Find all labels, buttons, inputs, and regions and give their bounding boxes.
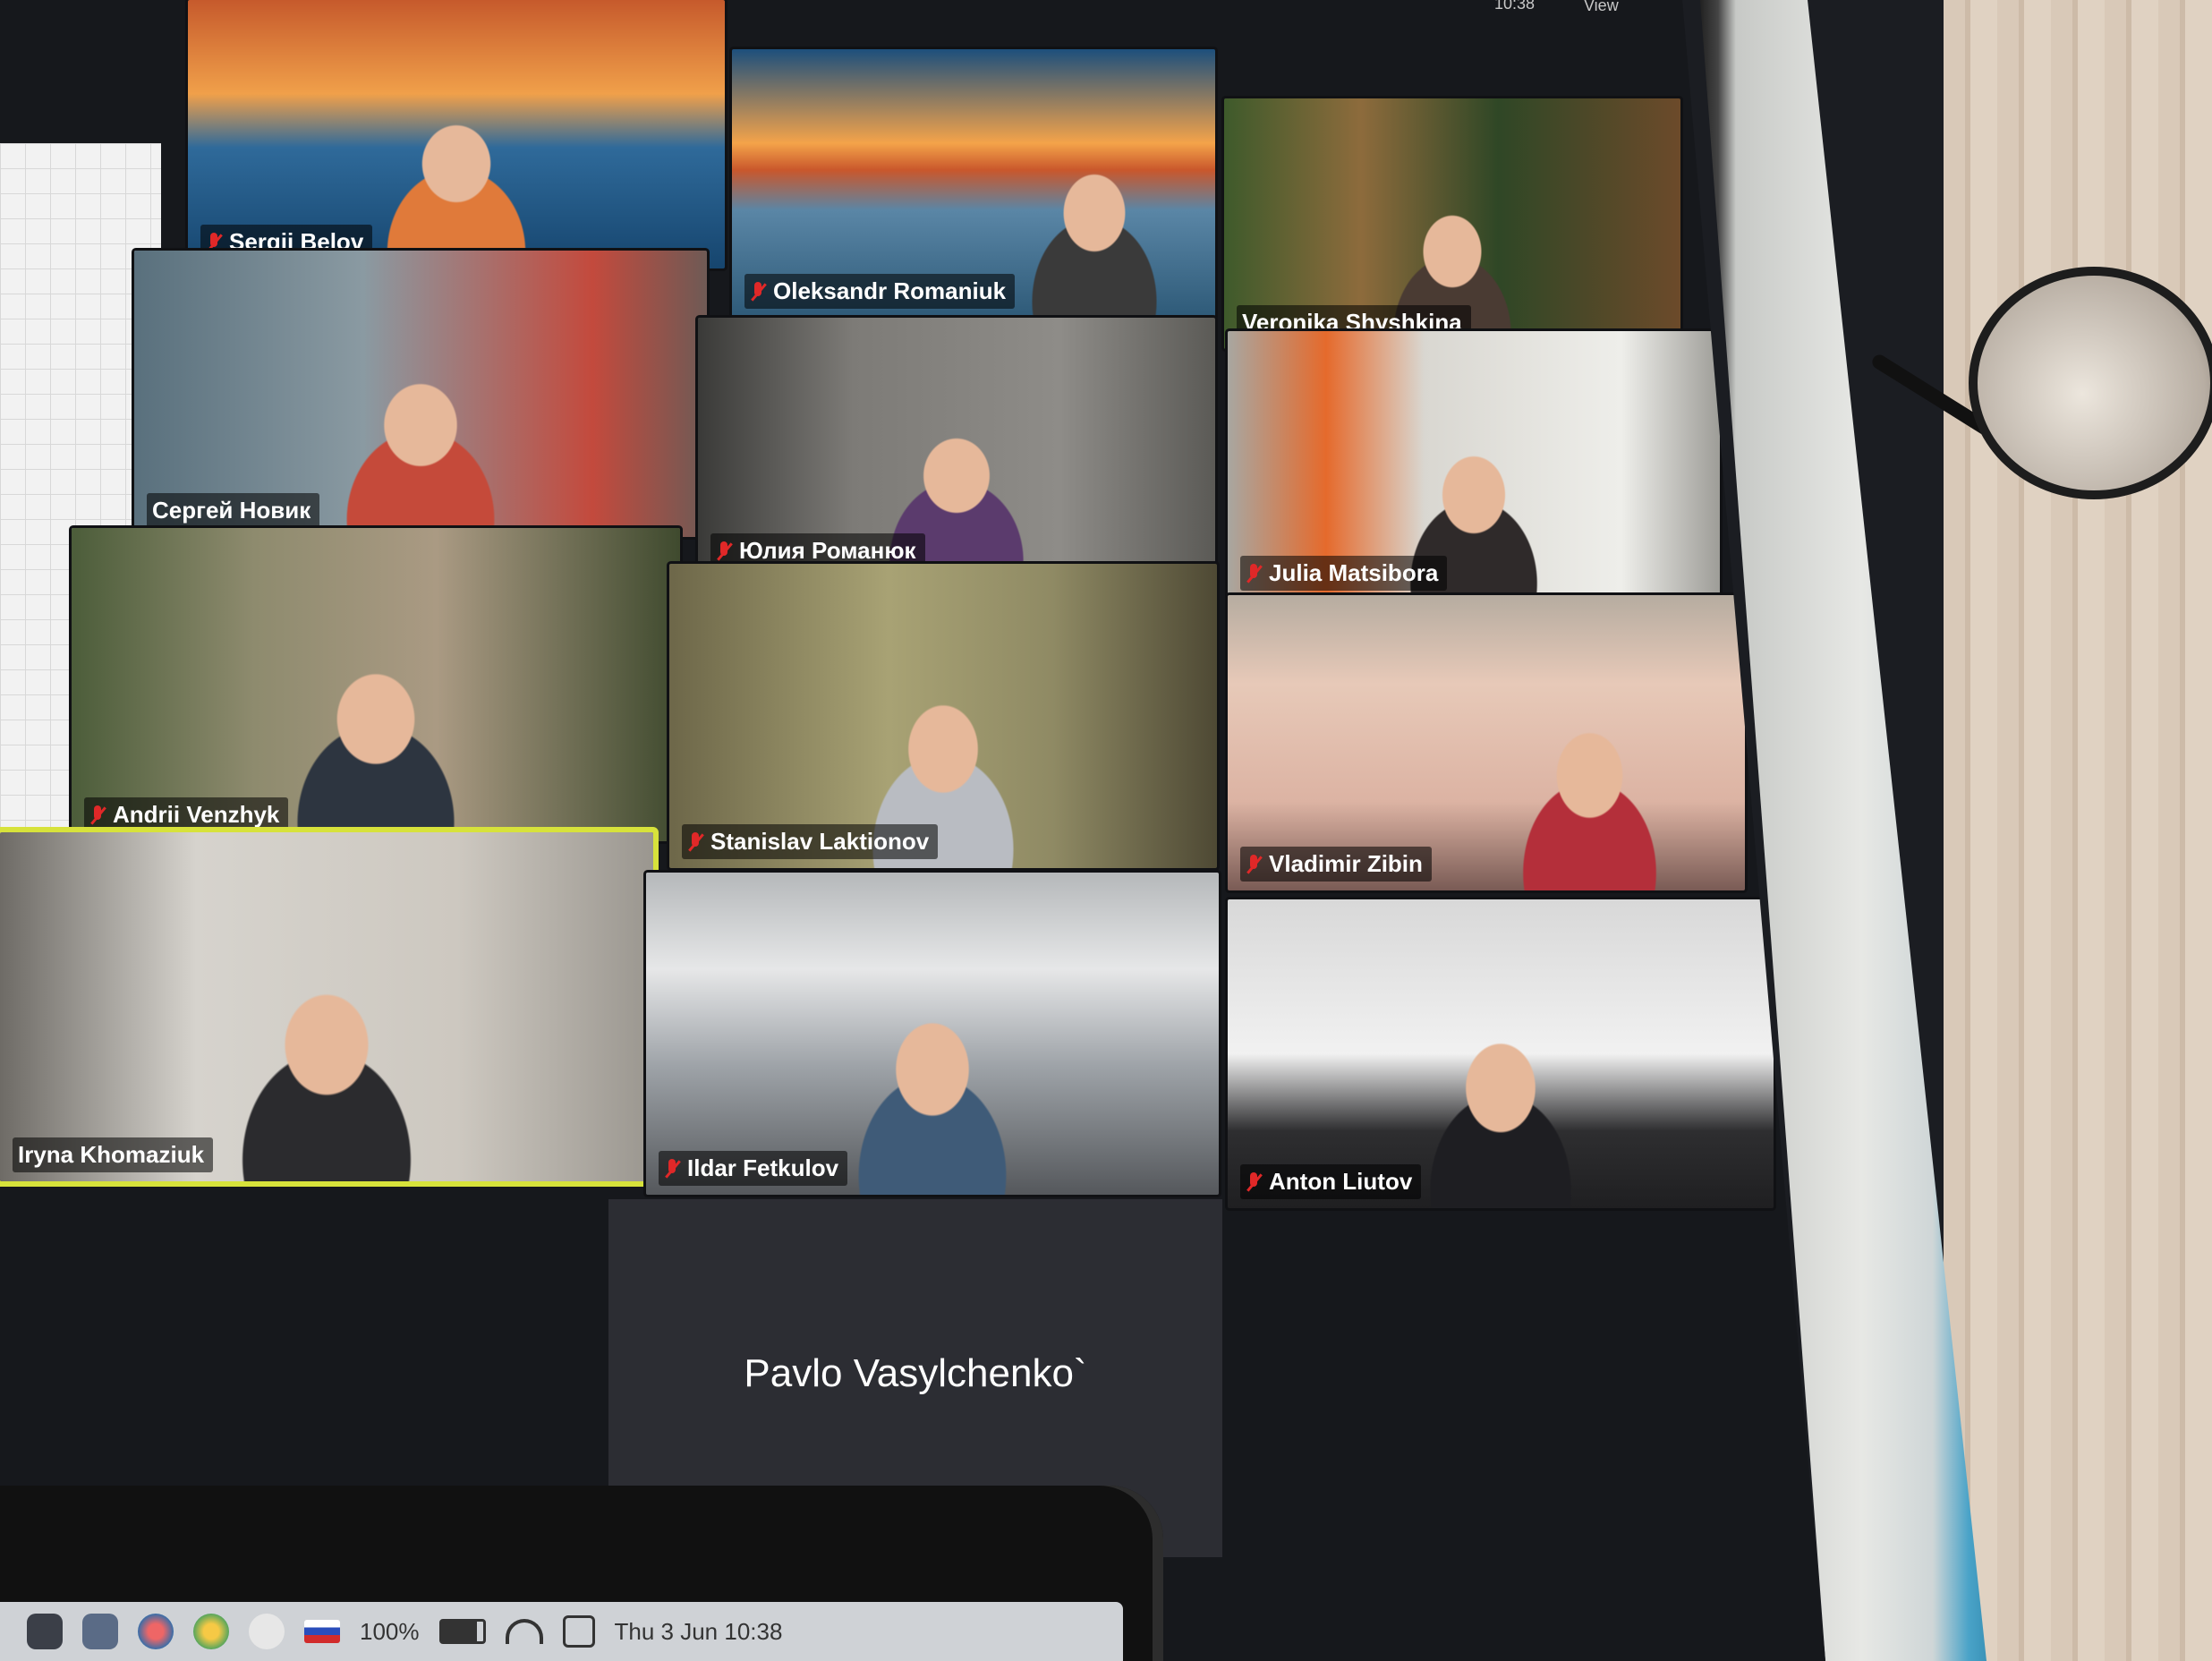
mic-muted-icon xyxy=(750,280,766,303)
participant-name-label: Stanislav Laktionov xyxy=(682,824,939,859)
app-icon[interactable] xyxy=(193,1614,229,1649)
battery-percentage: 100% xyxy=(360,1617,420,1645)
participant-name-label: Vladimir Zibin xyxy=(1240,847,1432,882)
participant-name-label: Сергей Новик xyxy=(147,493,320,528)
mic-muted-icon xyxy=(89,804,106,827)
participant-name-label: Andrii Venzhyk xyxy=(84,797,289,832)
participant-name: Pavlo Vasylchenko` xyxy=(744,1351,1087,1395)
participant-tile[interactable]: Julia Matsibora xyxy=(1228,331,1720,600)
gallery-view: Sergii Belov Oleksandr Romaniuk Veronika… xyxy=(0,0,1790,1557)
participant-tile[interactable]: Sergii Belov xyxy=(188,0,725,268)
participant-name-label: Julia Matsibora xyxy=(1240,556,1448,591)
webcam-mirror xyxy=(1969,267,2212,499)
mic-muted-icon xyxy=(1246,1171,1262,1194)
menubar-clock[interactable]: Thu 3 Jun 10:38 xyxy=(615,1618,783,1646)
mic-muted-icon xyxy=(664,1157,680,1180)
participant-tile-active-speaker[interactable]: Iryna Khomaziuk xyxy=(0,832,653,1181)
battery-icon[interactable] xyxy=(438,1619,486,1644)
control-center-icon[interactable] xyxy=(562,1615,595,1648)
zoom-window: 10:38 View Sergii Belov Oleksandr Romani… xyxy=(0,0,1825,1661)
participant-tile[interactable]: Ildar Fetkulov xyxy=(646,873,1219,1195)
app-icon[interactable] xyxy=(249,1614,285,1649)
participant-tile[interactable]: Andrii Venzhyk xyxy=(72,528,680,841)
app-icon[interactable] xyxy=(138,1614,174,1649)
wifi-icon[interactable] xyxy=(505,1619,543,1644)
zoom-icon[interactable] xyxy=(82,1614,118,1649)
mic-muted-icon xyxy=(687,830,703,854)
participant-tile[interactable]: Anton Liutov xyxy=(1228,899,1774,1208)
macos-menu-bar: 100% Thu 3 Jun 10:38 xyxy=(0,1602,1123,1661)
participant-tile[interactable]: Stanislav Laktionov xyxy=(669,564,1217,868)
wall-background xyxy=(1944,0,2212,1661)
participant-name-label: Ildar Fetkulov xyxy=(659,1151,848,1186)
participant-tile[interactable]: Oleksandr Romaniuk xyxy=(732,49,1215,318)
participant-tile[interactable]: Юлия Романюк xyxy=(698,318,1215,577)
mic-muted-icon xyxy=(1246,853,1262,876)
app-icon[interactable] xyxy=(27,1614,63,1649)
mic-muted-icon xyxy=(716,540,732,563)
participant-name-label: Iryna Khomaziuk xyxy=(13,1137,214,1172)
participant-tile[interactable]: Veronika Shyshkina xyxy=(1224,98,1680,349)
participant-tile[interactable]: Сергей Новик xyxy=(134,251,707,537)
participant-tile[interactable]: Vladimir Zibin xyxy=(1228,595,1745,890)
mic-muted-icon xyxy=(1246,562,1262,585)
input-source-flag-icon[interactable] xyxy=(304,1620,340,1643)
participant-name-label: Oleksandr Romaniuk xyxy=(744,274,1016,309)
participant-name-label: Anton Liutov xyxy=(1240,1164,1422,1199)
